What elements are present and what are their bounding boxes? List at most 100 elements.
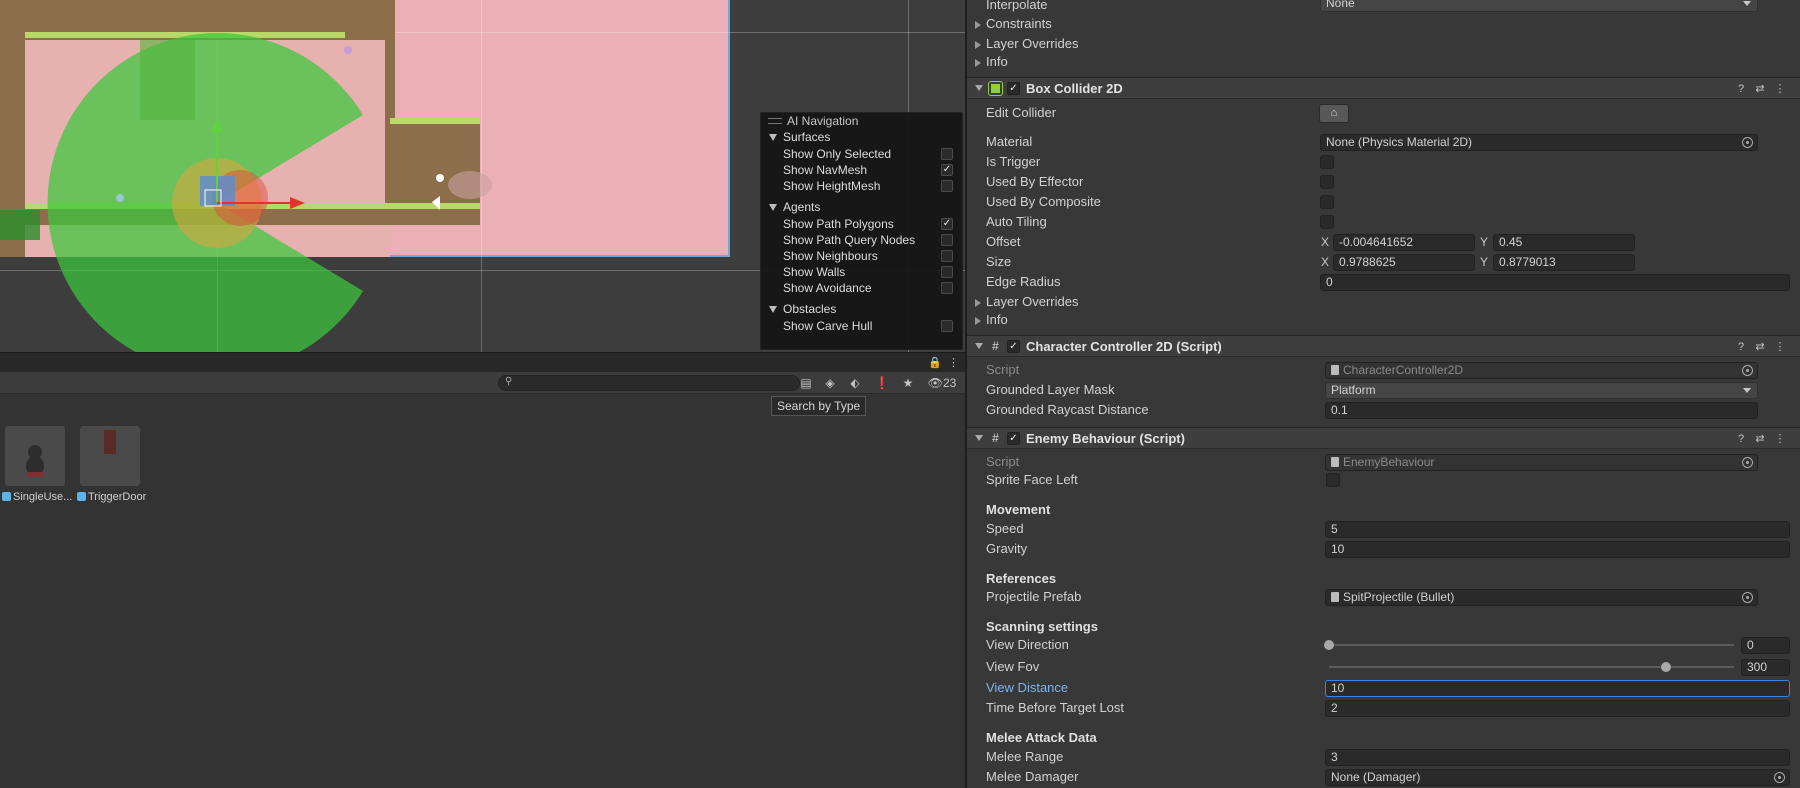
projectile-prefab-field[interactable]: SpitProjectile (Bullet) [1325,589,1758,606]
grounded-raycast-distance-field[interactable]: 0.1 [1325,402,1758,419]
section-surfaces[interactable]: Surfaces [761,129,962,146]
offset-x-field[interactable]: -0.004641652 [1333,234,1475,251]
checkmark-icon[interactable]: ✓ [941,164,953,176]
project-asset-area[interactable] [0,394,965,788]
object-picker-icon[interactable] [1742,137,1753,148]
edge-radius-row: Edge Radius 0 [967,272,1800,292]
toggle-show-carve-hull[interactable]: Show Carve Hull [761,318,962,334]
view-fov-field[interactable]: 300 [1741,659,1790,676]
drag-handle-icon[interactable] [768,118,782,124]
enemy-behaviour-header[interactable]: # ✓ Enemy Behaviour (Script) ? ⇄ ⋮ [967,427,1800,449]
foldout-arrow-icon[interactable] [975,317,981,325]
layer-overrides-foldout[interactable]: Layer Overrides [967,292,1800,312]
view-fov-slider[interactable] [1329,666,1734,668]
foldout-arrow-icon[interactable] [975,299,981,307]
checkbox[interactable] [941,320,953,332]
view-fov-slider-knob[interactable] [1661,662,1672,672]
asset-label[interactable]: TriggerDoor [77,491,146,503]
view-direction-field[interactable]: 0 [1741,637,1790,654]
grounded-raycast-distance-row: Grounded Raycast Distance 0.1 [967,400,1800,420]
interpolate-dropdown[interactable]: None [1320,0,1758,12]
checkbox[interactable] [941,234,953,246]
collapse-arrow-icon[interactable] [975,343,983,349]
toggle-show-neighbours[interactable]: Show Neighbours [761,248,962,264]
presets-icon[interactable]: ⇄ [1752,336,1768,358]
search-input[interactable]: ⚲ [498,375,800,391]
scene-view[interactable]: AI Navigation Surfaces Show Only Selecte… [0,0,965,352]
hidden-packages-icon[interactable]: 👁23 [925,375,959,391]
constraints-foldout[interactable]: Constraints [967,14,1800,34]
auto-tiling-checkbox[interactable] [1320,215,1334,229]
speed-field[interactable]: 5 [1325,521,1790,538]
ai-navigation-overlay[interactable]: AI Navigation Surfaces Show Only Selecte… [760,112,963,350]
material-object-field[interactable]: None (Physics Material 2D) [1320,134,1758,151]
toggle-show-heightmesh[interactable]: Show HeightMesh [761,178,962,194]
checkmark-icon[interactable]: ✓ [941,218,953,230]
time-before-target-lost-field[interactable]: 2 [1325,700,1790,717]
asset-thumbnail[interactable] [5,426,65,486]
asset-thumbnail[interactable] [80,426,140,486]
search-by-type-icon[interactable]: ▤ [797,375,815,391]
used-by-effector-checkbox[interactable] [1320,175,1334,189]
is-trigger-checkbox[interactable] [1320,155,1334,169]
grounded-layer-mask-dropdown[interactable]: Platform [1325,382,1758,399]
enabled-checkbox[interactable]: ✓ [1007,432,1020,445]
info-foldout[interactable]: Info [967,310,1800,330]
checkbox[interactable] [941,282,953,294]
view-direction-slider[interactable] [1329,644,1734,646]
help-icon[interactable]: ? [1733,78,1749,100]
layer-overrides-foldout[interactable]: Layer Overrides [967,34,1800,54]
gravity-field[interactable]: 10 [1325,541,1790,558]
size-x-field[interactable]: 0.9788625 [1333,254,1475,271]
object-picker-icon[interactable] [1774,772,1785,783]
toggle-show-walls[interactable]: Show Walls [761,264,962,280]
more-options-icon[interactable]: ⋮ [948,356,959,369]
sprite-face-left-checkbox[interactable] [1326,473,1340,487]
collapse-arrow-icon[interactable] [975,85,983,91]
character-controller-header[interactable]: # ✓ Character Controller 2D (Script) ? ⇄… [967,335,1800,357]
filter-by-label-icon[interactable]: ⬖ [846,375,864,391]
ai-navigation-title[interactable]: AI Navigation [761,113,962,129]
toggle-show-only-selected[interactable]: Show Only Selected [761,146,962,162]
asset-label[interactable]: SingleUse... [2,491,72,503]
component-menu-icon[interactable]: ⋮ [1772,336,1788,358]
filter-by-type-icon[interactable]: ◈ [821,375,839,391]
edit-collider-button[interactable]: ⌂ [1319,104,1349,123]
favorite-star-icon[interactable]: ★ [899,375,917,391]
used-by-composite-checkbox[interactable] [1320,195,1334,209]
checkbox[interactable] [941,266,953,278]
size-y-field[interactable]: 0.8779013 [1493,254,1635,271]
object-picker-icon[interactable] [1742,592,1753,603]
melee-range-field[interactable]: 3 [1325,749,1790,766]
checkbox[interactable] [941,148,953,160]
toggle-show-avoidance[interactable]: Show Avoidance [761,280,962,296]
toggle-show-path-query-nodes[interactable]: Show Path Query Nodes [761,232,962,248]
toggle-show-path-polygons[interactable]: Show Path Polygons ✓ [761,216,962,232]
checkbox[interactable] [941,180,953,192]
lock-icon[interactable]: 🔒 [928,356,942,369]
view-distance-field[interactable]: 10 [1325,680,1790,697]
collapse-arrow-icon[interactable] [975,435,983,441]
help-icon[interactable]: ? [1733,336,1749,358]
section-agents[interactable]: Agents [761,199,962,216]
log-type-icon[interactable]: ❗ [873,375,891,391]
view-direction-slider-knob[interactable] [1324,640,1334,650]
component-menu-icon[interactable]: ⋮ [1772,428,1788,450]
presets-icon[interactable]: ⇄ [1752,428,1768,450]
melee-damager-field[interactable]: None (Damager) [1325,769,1790,786]
info-foldout[interactable]: Info [967,52,1800,72]
component-menu-icon[interactable]: ⋮ [1772,78,1788,100]
presets-icon[interactable]: ⇄ [1752,78,1768,100]
help-icon[interactable]: ? [1733,428,1749,450]
foldout-arrow-icon[interactable] [975,59,981,67]
foldout-arrow-icon[interactable] [975,41,981,49]
enabled-checkbox[interactable]: ✓ [1007,340,1020,353]
edge-radius-field[interactable]: 0 [1320,274,1790,291]
checkbox[interactable] [941,250,953,262]
offset-y-field[interactable]: 0.45 [1493,234,1635,251]
enabled-checkbox[interactable]: ✓ [1007,82,1020,95]
toggle-show-navmesh[interactable]: Show NavMesh ✓ [761,162,962,178]
box-collider-2d-header[interactable]: ✓ Box Collider 2D ? ⇄ ⋮ [967,77,1800,99]
section-obstacles[interactable]: Obstacles [761,301,962,318]
foldout-arrow-icon[interactable] [975,21,981,29]
